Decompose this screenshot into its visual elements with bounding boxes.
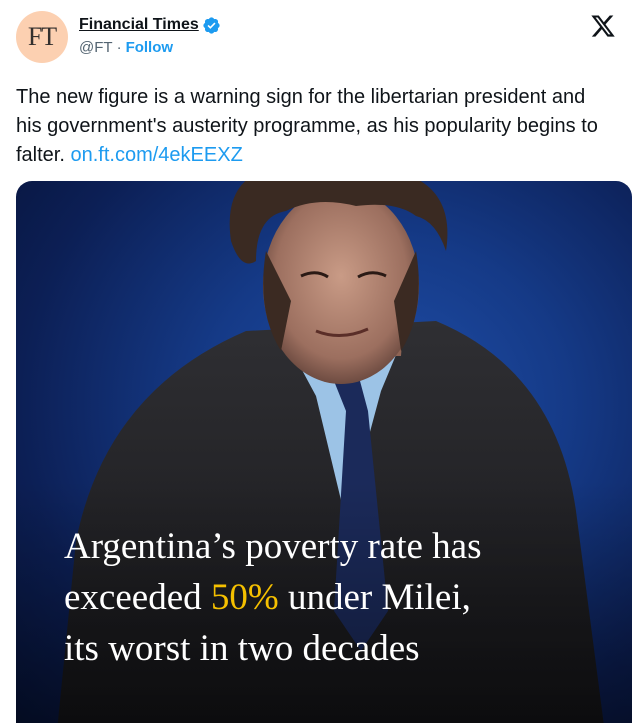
tweet-header: FT Financial Times @FT · Follow xyxy=(16,11,618,63)
headline-line-2-end: under Milei, xyxy=(287,577,471,618)
verified-badge-icon xyxy=(203,16,220,34)
headline-line-1: Argentina’s poverty rate has xyxy=(64,526,482,567)
handle-row: @FT · Follow xyxy=(79,36,221,58)
separator-dot: · xyxy=(116,38,122,56)
tweet-link[interactable]: on.ft.com/4ekEEXZ xyxy=(70,144,242,166)
display-name[interactable]: Financial Times xyxy=(79,16,199,34)
headline-highlight: 50% xyxy=(210,577,279,618)
media-headline: Argentina’s poverty rate has exceeded 50… xyxy=(64,521,624,674)
tweet-card: FT Financial Times @FT · Follow The new … xyxy=(0,0,634,723)
avatar[interactable]: FT xyxy=(16,11,68,63)
handle[interactable]: @FT xyxy=(79,39,113,56)
tweet-body: The new figure is a warning sign for the… xyxy=(16,83,616,170)
x-logo-icon[interactable] xyxy=(590,13,616,39)
face-shape xyxy=(263,188,419,384)
headline-line-3: its worst in two decades xyxy=(64,628,420,669)
tweet-media-image[interactable]: Argentina’s poverty rate has exceeded 50… xyxy=(16,181,632,723)
name-row: Financial Times xyxy=(79,14,221,36)
follow-button[interactable]: Follow xyxy=(126,39,174,56)
headline-line-2-start: exceeded xyxy=(64,577,202,618)
headline-line-2: exceeded 50% under Milei, xyxy=(64,572,624,623)
author-block: Financial Times @FT · Follow xyxy=(79,14,221,58)
avatar-logo-text: FT xyxy=(27,22,57,51)
